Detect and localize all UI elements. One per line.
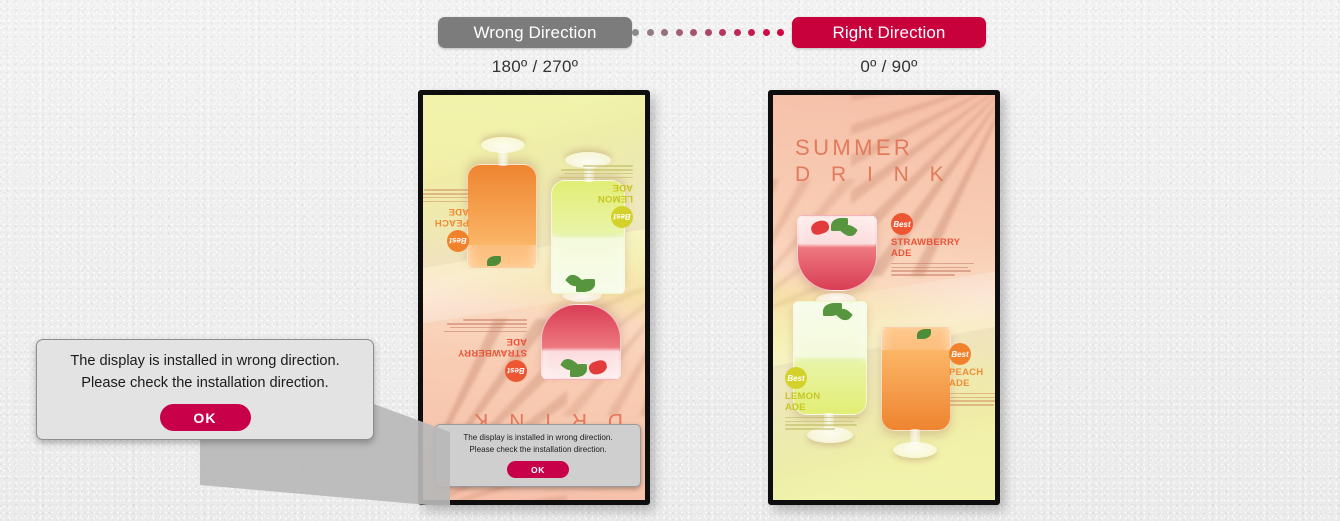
tab-wrong-direction-degrees: 180º / 270º <box>491 57 579 76</box>
best-badge-peach-icon: Best <box>949 343 971 365</box>
product-desc-lemon <box>785 416 871 430</box>
product-desc-lemon <box>547 165 633 179</box>
progress-dot <box>632 29 639 36</box>
tab-right-direction-degrees: 0º / 90º <box>860 57 918 76</box>
poster-title-line1: SUMMER <box>795 135 914 160</box>
best-badge-strawberry-icon: Best <box>505 360 527 382</box>
direction-header: Wrong Direction 180º / 270º Right Direct… <box>0 0 1340 86</box>
progress-dot <box>762 29 770 36</box>
progress-dot <box>704 29 712 36</box>
best-badge-strawberry-icon: Best <box>891 213 913 235</box>
best-badge-peach-icon: Best <box>447 230 469 252</box>
progress-dot <box>690 29 697 36</box>
product-label-lemon: Best LEMON ADE <box>785 367 871 432</box>
progress-dot <box>748 29 755 36</box>
best-badge-lemon-icon: Best <box>785 367 807 389</box>
product-desc-peach <box>423 189 469 203</box>
product-label-strawberry: Best STRAWBERRY ADE <box>441 317 527 382</box>
poster-title: SUMMER D R I N K <box>795 135 951 187</box>
osd-ok-button[interactable]: OK <box>507 461 569 478</box>
error-dialog-ok-label: OK <box>193 409 217 426</box>
screen-wrong: SUMMER D R I N K <box>423 95 645 500</box>
progress-dot <box>719 29 726 36</box>
progress-dot <box>733 29 741 36</box>
osd-error-dialog[interactable]: The display is installed in wrong direct… <box>435 424 641 487</box>
product-desc-peach <box>949 392 995 406</box>
progress-dots <box>632 27 792 39</box>
error-dialog-line2: Please check the installation direction. <box>81 375 329 392</box>
product-desc-strawberry <box>441 319 527 333</box>
display-right-direction[interactable]: SUMMER D R I N K Best STRAWBERRY ADE Bes… <box>768 90 1000 505</box>
tab-wrong-direction-label: Wrong Direction <box>473 22 597 42</box>
tab-right-direction-label: Right Direction <box>832 22 946 42</box>
glass-peach <box>881 327 957 469</box>
tab-wrong-direction[interactable]: Wrong Direction <box>438 17 632 48</box>
glass-strawberry <box>541 284 621 380</box>
error-dialog-ok-button[interactable]: OK <box>159 404 251 432</box>
progress-dot <box>675 29 683 36</box>
progress-dot <box>646 29 654 36</box>
poster-title-line2: D R I N K <box>795 162 952 186</box>
product-label-strawberry: Best STRAWBERRY ADE <box>891 213 977 278</box>
display-wrong-direction[interactable]: SUMMER D R I N K <box>418 90 650 505</box>
osd-error-line1: The display is installed in wrong direct… <box>463 433 613 443</box>
glass-strawberry <box>797 215 877 311</box>
product-desc-strawberry <box>891 262 977 276</box>
product-label-peach: Best PEACH ADE <box>423 187 469 252</box>
progress-dot <box>777 29 784 36</box>
screen-right: SUMMER D R I N K Best STRAWBERRY ADE Bes… <box>773 95 995 500</box>
progress-dot <box>661 29 668 36</box>
tab-right-direction[interactable]: Right Direction <box>792 17 986 48</box>
product-label-lemon: Best LEMON ADE <box>547 163 633 228</box>
error-dialog-enlarged[interactable]: The display is installed in wrong direct… <box>36 339 374 440</box>
glass-peach <box>461 126 537 268</box>
osd-error-line2: Please check the installation direction. <box>469 444 607 454</box>
poster-artwork: SUMMER D R I N K Best STRAWBERRY ADE Bes… <box>773 95 995 500</box>
error-dialog-line1: The display is installed in wrong direct… <box>70 353 340 369</box>
best-badge-lemon-icon: Best <box>611 206 633 228</box>
product-label-peach: Best PEACH ADE <box>949 343 995 408</box>
